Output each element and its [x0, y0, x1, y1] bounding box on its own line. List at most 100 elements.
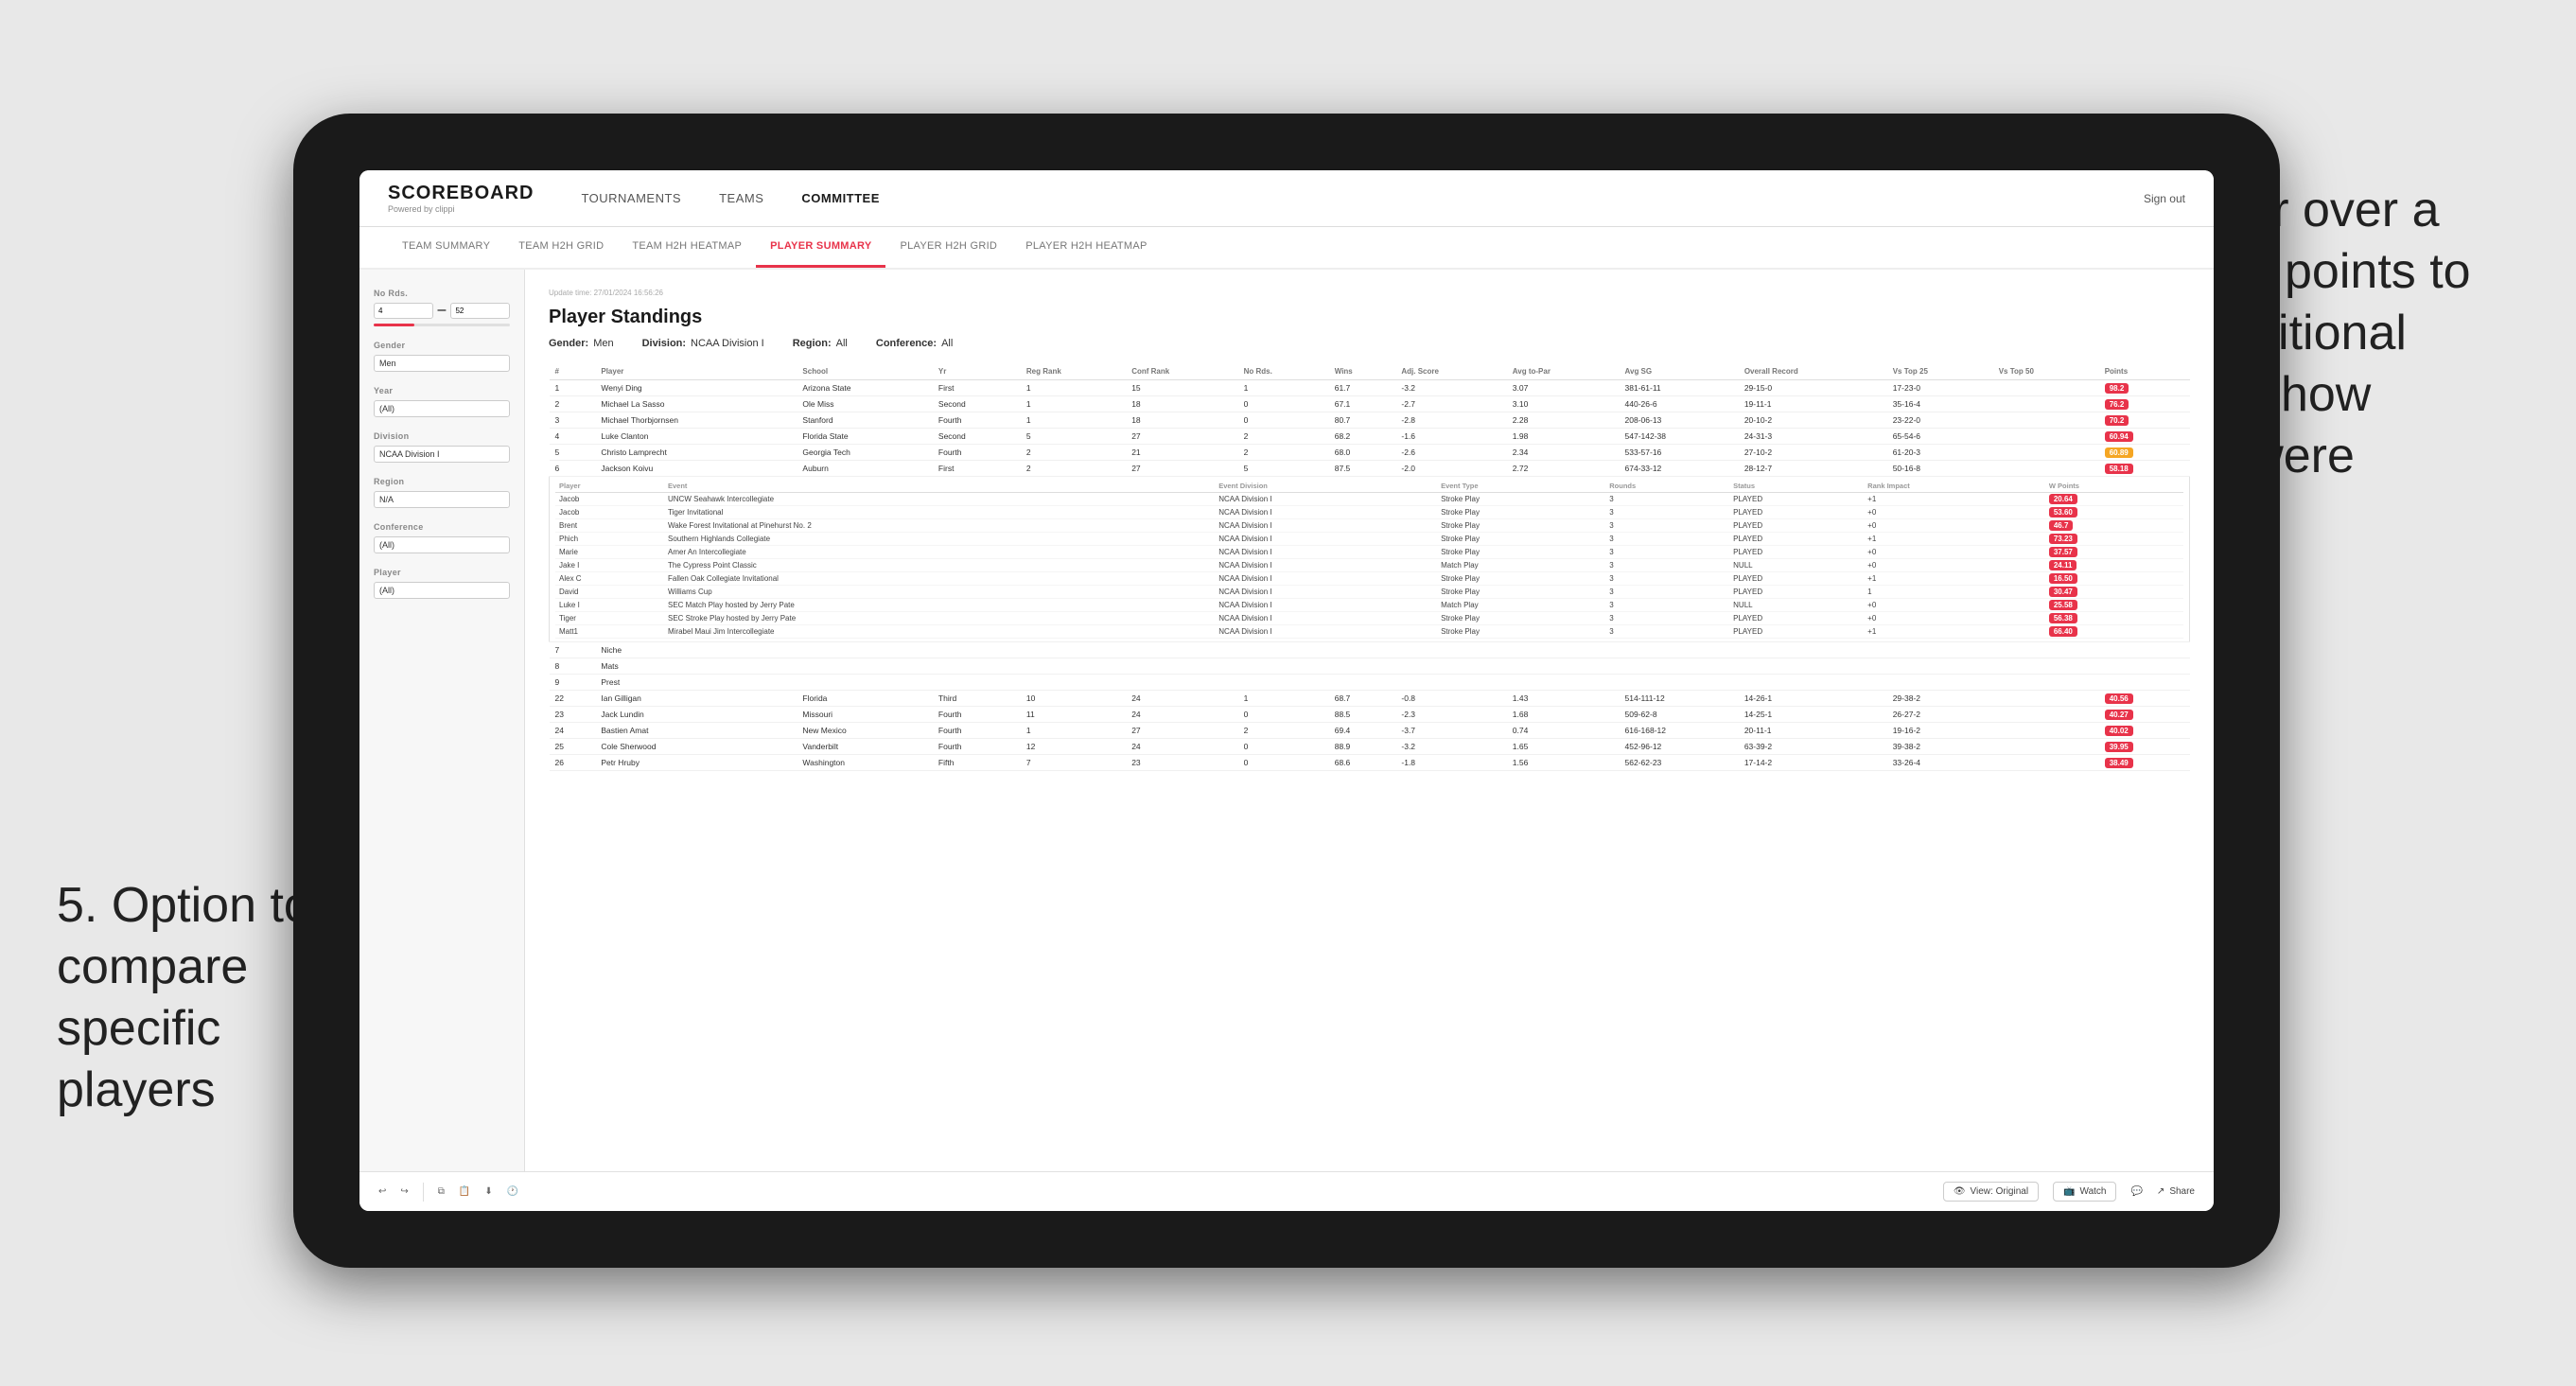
sidebar-year-select[interactable]: (All) 2024 2023 — [374, 400, 510, 417]
points-badge-5[interactable]: 60.89 — [2105, 447, 2133, 458]
table-row: 9 Prest — [550, 675, 2190, 691]
table-row: 24 Bastien Amat New Mexico Fourth 1 27 2… — [550, 723, 2190, 739]
col-yr: Yr — [933, 363, 1021, 380]
sub-nav-player-summary[interactable]: PLAYER SUMMARY — [756, 227, 885, 268]
sidebar-gender: Gender Men Women — [374, 341, 510, 372]
watch-btn[interactable]: 📺 Watch — [2053, 1182, 2116, 1202]
points-badge-26[interactable]: 38.49 — [2105, 758, 2133, 768]
points-badge-4[interactable]: 60.94 — [2105, 431, 2133, 442]
points-badge-6[interactable]: 58.18 — [2105, 464, 2133, 474]
col-player: Player — [595, 363, 797, 380]
bottom-toolbar: ↩ ↪ ⧉ 📋 ⬇ 🕐 👁 View: Original 📺 Watch 💬 — [359, 1171, 2214, 1211]
inner-table: Player Event Event Division Event Type R… — [555, 480, 2183, 639]
view-original-btn[interactable]: 👁 View: Original — [1943, 1182, 2039, 1202]
toolbar-divider-1 — [423, 1183, 424, 1202]
table-row: 2 Michael La Sasso Ole Miss Second 1 18 … — [550, 396, 2190, 412]
sidebar-no-rds-label: No Rds. — [374, 289, 510, 298]
points-badge-3[interactable]: 70.2 — [2105, 415, 2129, 426]
standings-table: # Player School Yr Reg Rank Conf Rank No… — [549, 363, 2190, 771]
inner-table-row: Luke I SEC Match Play hosted by Jerry Pa… — [555, 599, 2183, 612]
sub-nav-team-h2h-grid[interactable]: TEAM H2H GRID — [504, 227, 618, 268]
no-rds-max-input[interactable] — [450, 303, 510, 319]
paste-btn[interactable]: 📋 — [459, 1186, 470, 1197]
inner-table-row: Marie Amer An Intercollegiate NCAA Divis… — [555, 546, 2183, 559]
slider-fill — [374, 324, 414, 326]
share-icon: ↗ — [2157, 1186, 2164, 1197]
sidebar-range: – — [374, 302, 510, 319]
update-time: Update time: 27/01/2024 16:56:26 — [549, 289, 2190, 297]
nav-sign-out[interactable]: Sign out — [2144, 192, 2185, 205]
share-label: Share — [2169, 1186, 2195, 1197]
table-row: 6 Jackson Koivu Auburn First 2 27 5 87.5… — [550, 461, 2190, 477]
undo-btn[interactable]: ↩ — [378, 1186, 386, 1197]
nav-items: TOURNAMENTS TEAMS COMMITTEE — [581, 186, 2144, 210]
table-row: 4 Luke Clanton Florida State Second 5 27… — [550, 429, 2190, 445]
col-conf-rank: Conf Rank — [1126, 363, 1237, 380]
col-wins: Wins — [1329, 363, 1396, 380]
table-head: # Player School Yr Reg Rank Conf Rank No… — [550, 363, 2190, 380]
view-icon: 👁 — [1954, 1186, 1966, 1197]
filter-division: Division: NCAA Division I — [642, 338, 764, 349]
table-row: 8 Mats — [550, 658, 2190, 675]
filter-gender: Gender: Men — [549, 338, 614, 349]
tablet-frame: SCOREBOARD Powered by clippi TOURNAMENTS… — [293, 114, 2280, 1268]
expanded-detail-header: Player Event Event Division Event Type R… — [550, 477, 2190, 642]
sub-nav-team-summary[interactable]: TEAM SUMMARY — [388, 227, 504, 268]
points-badge-22[interactable]: 40.56 — [2105, 693, 2133, 704]
share-btn[interactable]: ↗ Share — [2157, 1186, 2195, 1197]
points-badge-23[interactable]: 40.27 — [2105, 710, 2133, 720]
inner-table-row: Phich Southern Highlands Collegiate NCAA… — [555, 533, 2183, 546]
copy-btn[interactable]: ⧉ — [438, 1186, 445, 1197]
inner-points-4: 73.23 — [2049, 534, 2077, 544]
inner-points-5: 37.57 — [2049, 547, 2077, 557]
nav-teams[interactable]: TEAMS — [719, 186, 763, 210]
nav-right: Sign out — [2144, 192, 2185, 205]
sidebar-division-select[interactable]: NCAA Division I NCAA Division II — [374, 446, 510, 463]
content-panel: Update time: 27/01/2024 16:56:26 Player … — [525, 270, 2214, 1171]
points-badge-25[interactable]: 39.95 — [2105, 742, 2133, 752]
sub-nav-player-h2h-heatmap[interactable]: PLAYER H2H HEATMAP — [1011, 227, 1161, 268]
sidebar-gender-select[interactable]: Men Women — [374, 355, 510, 372]
sub-nav-team-h2h-heatmap[interactable]: TEAM H2H HEATMAP — [618, 227, 756, 268]
inner-table-row: Jake I The Cypress Point Classic NCAA Di… — [555, 559, 2183, 572]
sub-nav: TEAM SUMMARY TEAM H2H GRID TEAM H2H HEAT… — [359, 227, 2214, 270]
inner-table-row: David Williams Cup NCAA Division I Strok… — [555, 586, 2183, 599]
content-title: Player Standings — [549, 307, 2190, 328]
no-rds-min-input[interactable] — [374, 303, 433, 319]
sub-nav-player-h2h-grid[interactable]: PLAYER H2H GRID — [885, 227, 1011, 268]
col-points: Points — [2099, 363, 2190, 380]
inner-points-3: 46.7 — [2049, 520, 2074, 531]
range-separator: – — [438, 302, 447, 319]
inner-table-row: Brent Wake Forest Invitational at Pinehu… — [555, 519, 2183, 533]
filter-region: Region: All — [793, 338, 848, 349]
nav-committee[interactable]: COMMITTEE — [801, 186, 880, 210]
inner-points-7: 16.50 — [2049, 573, 2077, 584]
download-btn[interactable]: ⬇ — [484, 1186, 492, 1197]
inner-points-10: 56.38 — [2049, 613, 2077, 623]
redo-btn[interactable]: ↪ — [400, 1186, 408, 1197]
points-badge-24[interactable]: 40.02 — [2105, 726, 2133, 736]
points-badge-2[interactable]: 76.2 — [2105, 399, 2129, 410]
inner-points-11: 66.40 — [2049, 626, 2077, 637]
sidebar-player-label: Player — [374, 568, 510, 577]
table-row: 25 Cole Sherwood Vanderbilt Fourth 12 24… — [550, 739, 2190, 755]
inner-table-row: Tiger SEC Stroke Play hosted by Jerry Pa… — [555, 612, 2183, 625]
main-content: No Rds. – Gender Men — [359, 270, 2214, 1171]
col-avg-topar: Avg to-Par — [1507, 363, 1620, 380]
nav-tournaments[interactable]: TOURNAMENTS — [581, 186, 681, 210]
sidebar-player-select[interactable]: (All) — [374, 582, 510, 599]
sidebar-no-rds: No Rds. – — [374, 289, 510, 326]
points-badge-1[interactable]: 98.2 — [2105, 383, 2129, 394]
content-header: Player Standings Gender: Men Division: N… — [549, 307, 2190, 349]
inner-points-2: 53.60 — [2049, 507, 2077, 518]
slider-bar — [374, 324, 510, 326]
col-reg-rank: Reg Rank — [1021, 363, 1126, 380]
feedback-btn[interactable]: 💬 — [2130, 1186, 2142, 1197]
clock-btn[interactable]: 🕐 — [507, 1186, 518, 1197]
filter-conference: Conference: All — [876, 338, 953, 349]
table-row: 26 Petr Hruby Washington Fifth 7 23 0 68… — [550, 755, 2190, 771]
sidebar-region-select[interactable]: N/A All — [374, 491, 510, 508]
sidebar-conference-select[interactable]: (All) ACC SEC — [374, 536, 510, 553]
col-vs50: Vs Top 50 — [1993, 363, 2099, 380]
col-overall: Overall Record — [1739, 363, 1887, 380]
